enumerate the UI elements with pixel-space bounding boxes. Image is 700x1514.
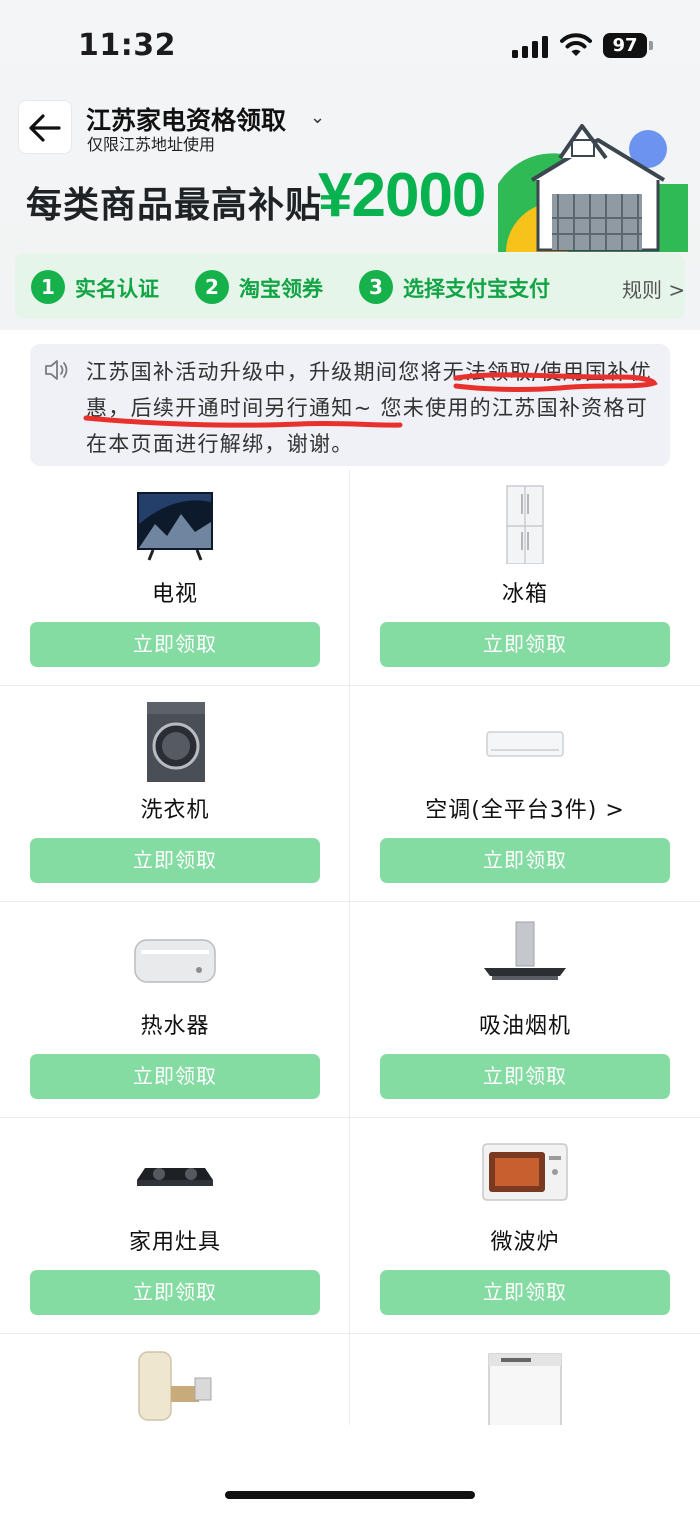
subsidy-slogan: 每类商品最高补贴 [26,185,323,226]
ac-icon [486,731,564,757]
step-3-label: 选择支付宝支付 [403,277,550,301]
water-heater-icon [134,939,216,983]
product-name[interactable]: 空调(全平台3件) > [350,792,700,824]
chevron-down-icon[interactable]: ⌄ [310,107,325,128]
water-purifier-icon [138,1351,212,1421]
claim-button[interactable]: 立即领取 [380,838,670,883]
page-subtitle: 仅限江苏地址使用 [87,135,216,154]
wifi-icon [560,33,592,56]
product-card-microwave: 微波炉 立即领取 [350,1118,700,1334]
step-2-label: 淘宝领券 [239,277,323,301]
step-3-badge: 3 [359,270,393,304]
status-time: 11:32 [78,28,176,63]
claim-button[interactable]: 立即领取 [30,1270,320,1315]
claim-button[interactable]: 立即领取 [30,1054,320,1099]
microwave-icon [482,1143,568,1201]
product-name: 电视 [151,582,198,607]
product-card-stove: 家用灶具 立即领取 [0,1118,350,1334]
stove-icon [137,1168,213,1186]
step-2-badge: 2 [195,270,229,304]
range-hood-icon [484,921,566,980]
steps-bar: 1 实名认证 2 淘宝领券 3 选择支付宝支付 规则 > [15,253,685,319]
claim-button[interactable]: 立即领取 [380,622,670,667]
product-card-dishwasher [350,1334,700,1425]
tv-icon [137,492,213,561]
product-name: 微波炉 [490,1230,560,1255]
product-card-washer: 洗衣机 立即领取 [0,686,350,902]
back-button[interactable] [18,100,72,154]
speaker-icon [45,360,68,380]
product-name: 吸油烟机 [478,1014,571,1039]
status-bar: 11:32 97 [0,0,700,90]
claim-button[interactable]: 立即领取 [380,1054,670,1099]
subsidy-amount: ¥2000 [318,161,486,230]
step-1-badge: 1 [31,270,65,304]
battery-tip [649,41,653,50]
notice-text: 江苏国补活动升级中，升级期间您将无法领取/使用国补优惠，后续开通时间另行通知~ … [86,360,652,456]
claim-button[interactable]: 立即领取 [30,622,320,667]
claim-button[interactable]: 立即领取 [30,838,320,883]
dishwasher-icon [488,1353,562,1425]
product-card-water-purifier [0,1334,350,1425]
fridge-icon [506,485,544,564]
product-card-water-heater: 热水器 立即领取 [0,902,350,1118]
washer-icon [147,702,205,782]
battery-icon: 97 [603,33,647,58]
product-name: 家用灶具 [128,1230,221,1255]
product-card-tv: 电视 立即领取 [0,470,350,686]
product-name: 冰箱 [501,582,548,607]
notice-banner: 江苏国补活动升级中，升级期间您将无法领取/使用国补优惠，后续开通时间另行通知~ … [30,344,670,466]
product-card-ac[interactable]: 空调(全平台3件) > 立即领取 [350,686,700,902]
product-grid: 电视 立即领取 冰箱 立即领取 洗衣机 立即领取 空调(全平台3件) > 立即领… [0,470,700,1425]
step-1-label: 实名认证 [75,277,159,301]
rules-link[interactable]: 规则 > [622,274,685,303]
back-arrow-icon [29,114,61,142]
claim-button[interactable]: 立即领取 [380,1270,670,1315]
product-card-fridge: 冰箱 立即领取 [350,470,700,686]
home-indicator[interactable] [225,1491,475,1499]
product-name: 洗衣机 [140,798,210,823]
product-card-range-hood: 吸油烟机 立即领取 [350,902,700,1118]
cellular-signal-icon [512,36,548,58]
product-name: 热水器 [140,1014,210,1039]
building-illustration-icon [498,124,688,252]
